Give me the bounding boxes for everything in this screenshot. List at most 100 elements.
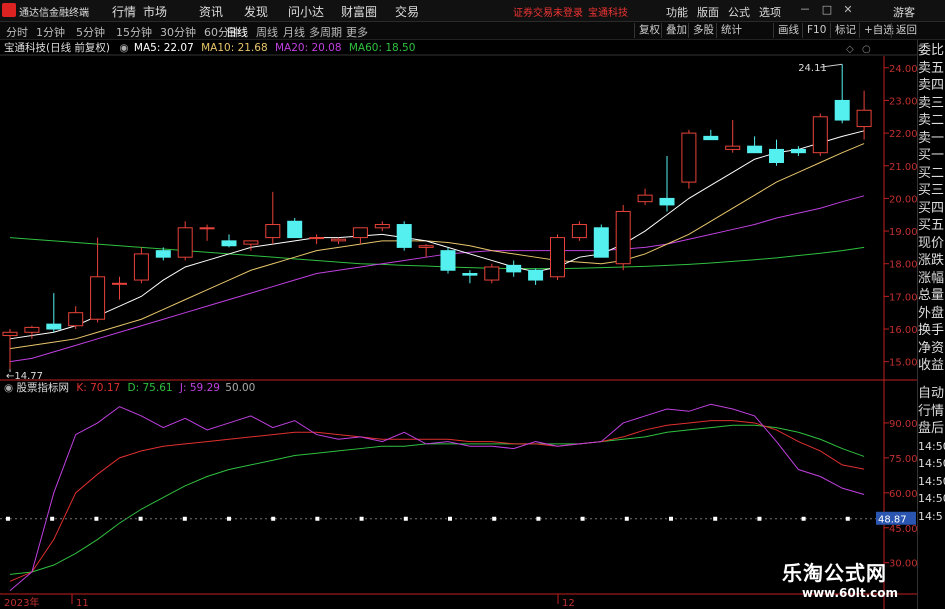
app-logo-icon <box>2 3 16 17</box>
sidebar-item-20[interactable]: 行情 <box>918 403 945 420</box>
close-button[interactable]: ✕ <box>840 2 856 18</box>
candle-body-8 <box>177 227 193 258</box>
candle-body-33 <box>725 145 741 150</box>
sidebar-item-9[interactable]: 买四 <box>918 200 945 217</box>
sidebar-item-1[interactable]: 卖五 <box>918 60 945 77</box>
candle-body-37 <box>812 116 828 154</box>
level-dot-19 <box>845 516 850 521</box>
level-dot-17 <box>757 516 762 521</box>
kdj-tick-label-3: 75.00 <box>889 454 917 465</box>
level-dot-8 <box>359 516 364 521</box>
menu-layout[interactable]: 版面 <box>697 4 719 20</box>
k-line <box>9 420 865 582</box>
menu-market[interactable]: 市场 <box>143 3 167 20</box>
price-tick-label-8: 23.00 <box>889 96 917 107</box>
candle-body-15 <box>331 238 346 242</box>
menu-options[interactable]: 选项 <box>759 4 781 20</box>
sidebar-item-3[interactable]: 卖三 <box>918 95 945 112</box>
level-dot-10 <box>448 516 452 521</box>
indicator-settings-icon[interactable]: ◉ <box>4 382 13 394</box>
sidebar-item-10[interactable]: 买五 <box>918 217 945 234</box>
level-dot-13 <box>580 516 585 521</box>
sidebar-item-11[interactable]: 现价 <box>918 235 945 252</box>
level-dot-9 <box>403 516 408 521</box>
candle-body-20 <box>440 250 456 271</box>
menu-formula[interactable]: 公式 <box>728 4 750 20</box>
minimize-button[interactable]: － <box>797 2 813 18</box>
candle-body-31 <box>681 132 697 183</box>
tool-f10[interactable]: F10 <box>802 23 830 38</box>
trade-login-alert[interactable]: 证券交易未登录 <box>513 4 583 19</box>
menu-wealth-circle[interactable]: 财富圈 <box>341 3 377 20</box>
menu-news[interactable]: 资讯 <box>199 3 223 20</box>
settings-icon[interactable]: ◉ <box>119 42 128 54</box>
candle-body-6 <box>133 253 149 281</box>
stock-title: 宝通科技(日线 前复权) <box>4 42 111 54</box>
menu-discover[interactable]: 发现 <box>244 3 268 20</box>
sidebar-item-14[interactable]: 总量 <box>918 287 945 304</box>
tool-multi-stock[interactable]: 多股 <box>688 23 718 38</box>
candle-body-25 <box>550 237 565 278</box>
sidebar-item-7[interactable]: 买二 <box>918 165 945 182</box>
candle-body-38 <box>834 99 850 121</box>
watermark: 乐淘公式网 www.60lt.com <box>782 557 922 600</box>
candle-body-36 <box>790 148 806 154</box>
menu-ask[interactable]: 问小达 <box>288 3 324 20</box>
stock-alert[interactable]: 宝通科技 <box>588 4 628 19</box>
menu-market-quote[interactable]: 行情 <box>112 3 136 20</box>
sidebar-item-18[interactable]: 收益 <box>918 357 945 374</box>
candle-body-22 <box>484 266 500 281</box>
candle-body-1 <box>24 326 40 333</box>
price-tick-label-0: 15.00 <box>889 358 917 369</box>
level-dot-18 <box>801 516 806 521</box>
candle-body-39 <box>856 109 872 128</box>
sidebar-item-21[interactable]: 盘后 <box>918 420 945 437</box>
candle-body-11 <box>243 240 259 245</box>
tool-overlay[interactable]: 叠加 <box>661 23 691 38</box>
sidebar-item-24[interactable]: 14:50 <box>918 473 945 490</box>
ma5-line <box>9 130 865 340</box>
menu-trade[interactable]: 交易 <box>395 3 419 20</box>
title-bar: 通达信金融终端 行情 市场 资讯 发现 问小达 财富圈 交易 证券交易未登录 宝… <box>0 0 945 22</box>
guest-label[interactable]: 游客 <box>893 4 915 20</box>
candle-body-16 <box>352 227 368 239</box>
x-label-1: 11 <box>76 598 89 609</box>
sidebar-item-17[interactable]: 净资 <box>918 340 945 357</box>
sidebar-item-16[interactable]: 换手 <box>918 322 945 339</box>
menu-function[interactable]: 功能 <box>666 4 688 20</box>
tool-draw[interactable]: 画线 <box>773 23 803 38</box>
candle-body-34 <box>747 145 763 154</box>
level-dot-3 <box>138 516 143 521</box>
sidebar-item-5[interactable]: 卖一 <box>918 130 945 147</box>
sidebar-item-19[interactable]: 自动 <box>918 385 945 402</box>
kdj-tick-label-4: 90.00 <box>889 419 917 430</box>
candle-body-21 <box>462 273 478 276</box>
sidebar-item-8[interactable]: 买三 <box>918 182 945 199</box>
tool-mark[interactable]: 标记 <box>830 23 860 38</box>
kdj-tick-label-2: 60.00 <box>889 489 917 500</box>
maximize-button[interactable]: □ <box>819 2 835 18</box>
sidebar-item-22[interactable]: 14:50 <box>918 438 945 455</box>
sidebar-item-6[interactable]: 买一 <box>918 147 945 164</box>
level-dot-16 <box>713 516 718 521</box>
sidebar-item-15[interactable]: 外盘 <box>918 305 945 322</box>
x-label-2: 12 <box>562 598 575 609</box>
tool-adjust[interactable]: 复权 <box>634 23 664 38</box>
sidebar-item-2[interactable]: 卖四 <box>918 77 945 94</box>
sidebar-item-26[interactable]: 14:5 <box>918 508 945 525</box>
tool-back[interactable]: 返回 <box>891 23 921 38</box>
candle-body-2 <box>46 323 62 330</box>
sidebar-item-13[interactable]: 涨幅 <box>918 270 945 287</box>
sidebar-item-23[interactable]: 14:50 <box>918 455 945 472</box>
ma20-label: MA20: 20.08 <box>274 42 342 54</box>
price-tick-label-2: 17.00 <box>889 292 917 303</box>
sidebar-item-12[interactable]: 涨跌 <box>918 252 945 269</box>
indicator-name[interactable]: 股票指标网 <box>17 382 70 394</box>
candle-body-4 <box>90 276 106 320</box>
sidebar-item-4[interactable]: 卖二 <box>918 112 945 129</box>
kline-chart[interactable]: 15.00 16.00 17.00 18.00 19.00 20.00 21.00 22.00… <box>0 38 917 609</box>
tool-stats[interactable]: 统计 <box>716 23 746 38</box>
sidebar-item-25[interactable]: 14:50 <box>918 490 945 507</box>
watermark-url: www.60lt.com <box>802 586 899 600</box>
sidebar-item-0[interactable]: 委比 <box>918 42 945 59</box>
